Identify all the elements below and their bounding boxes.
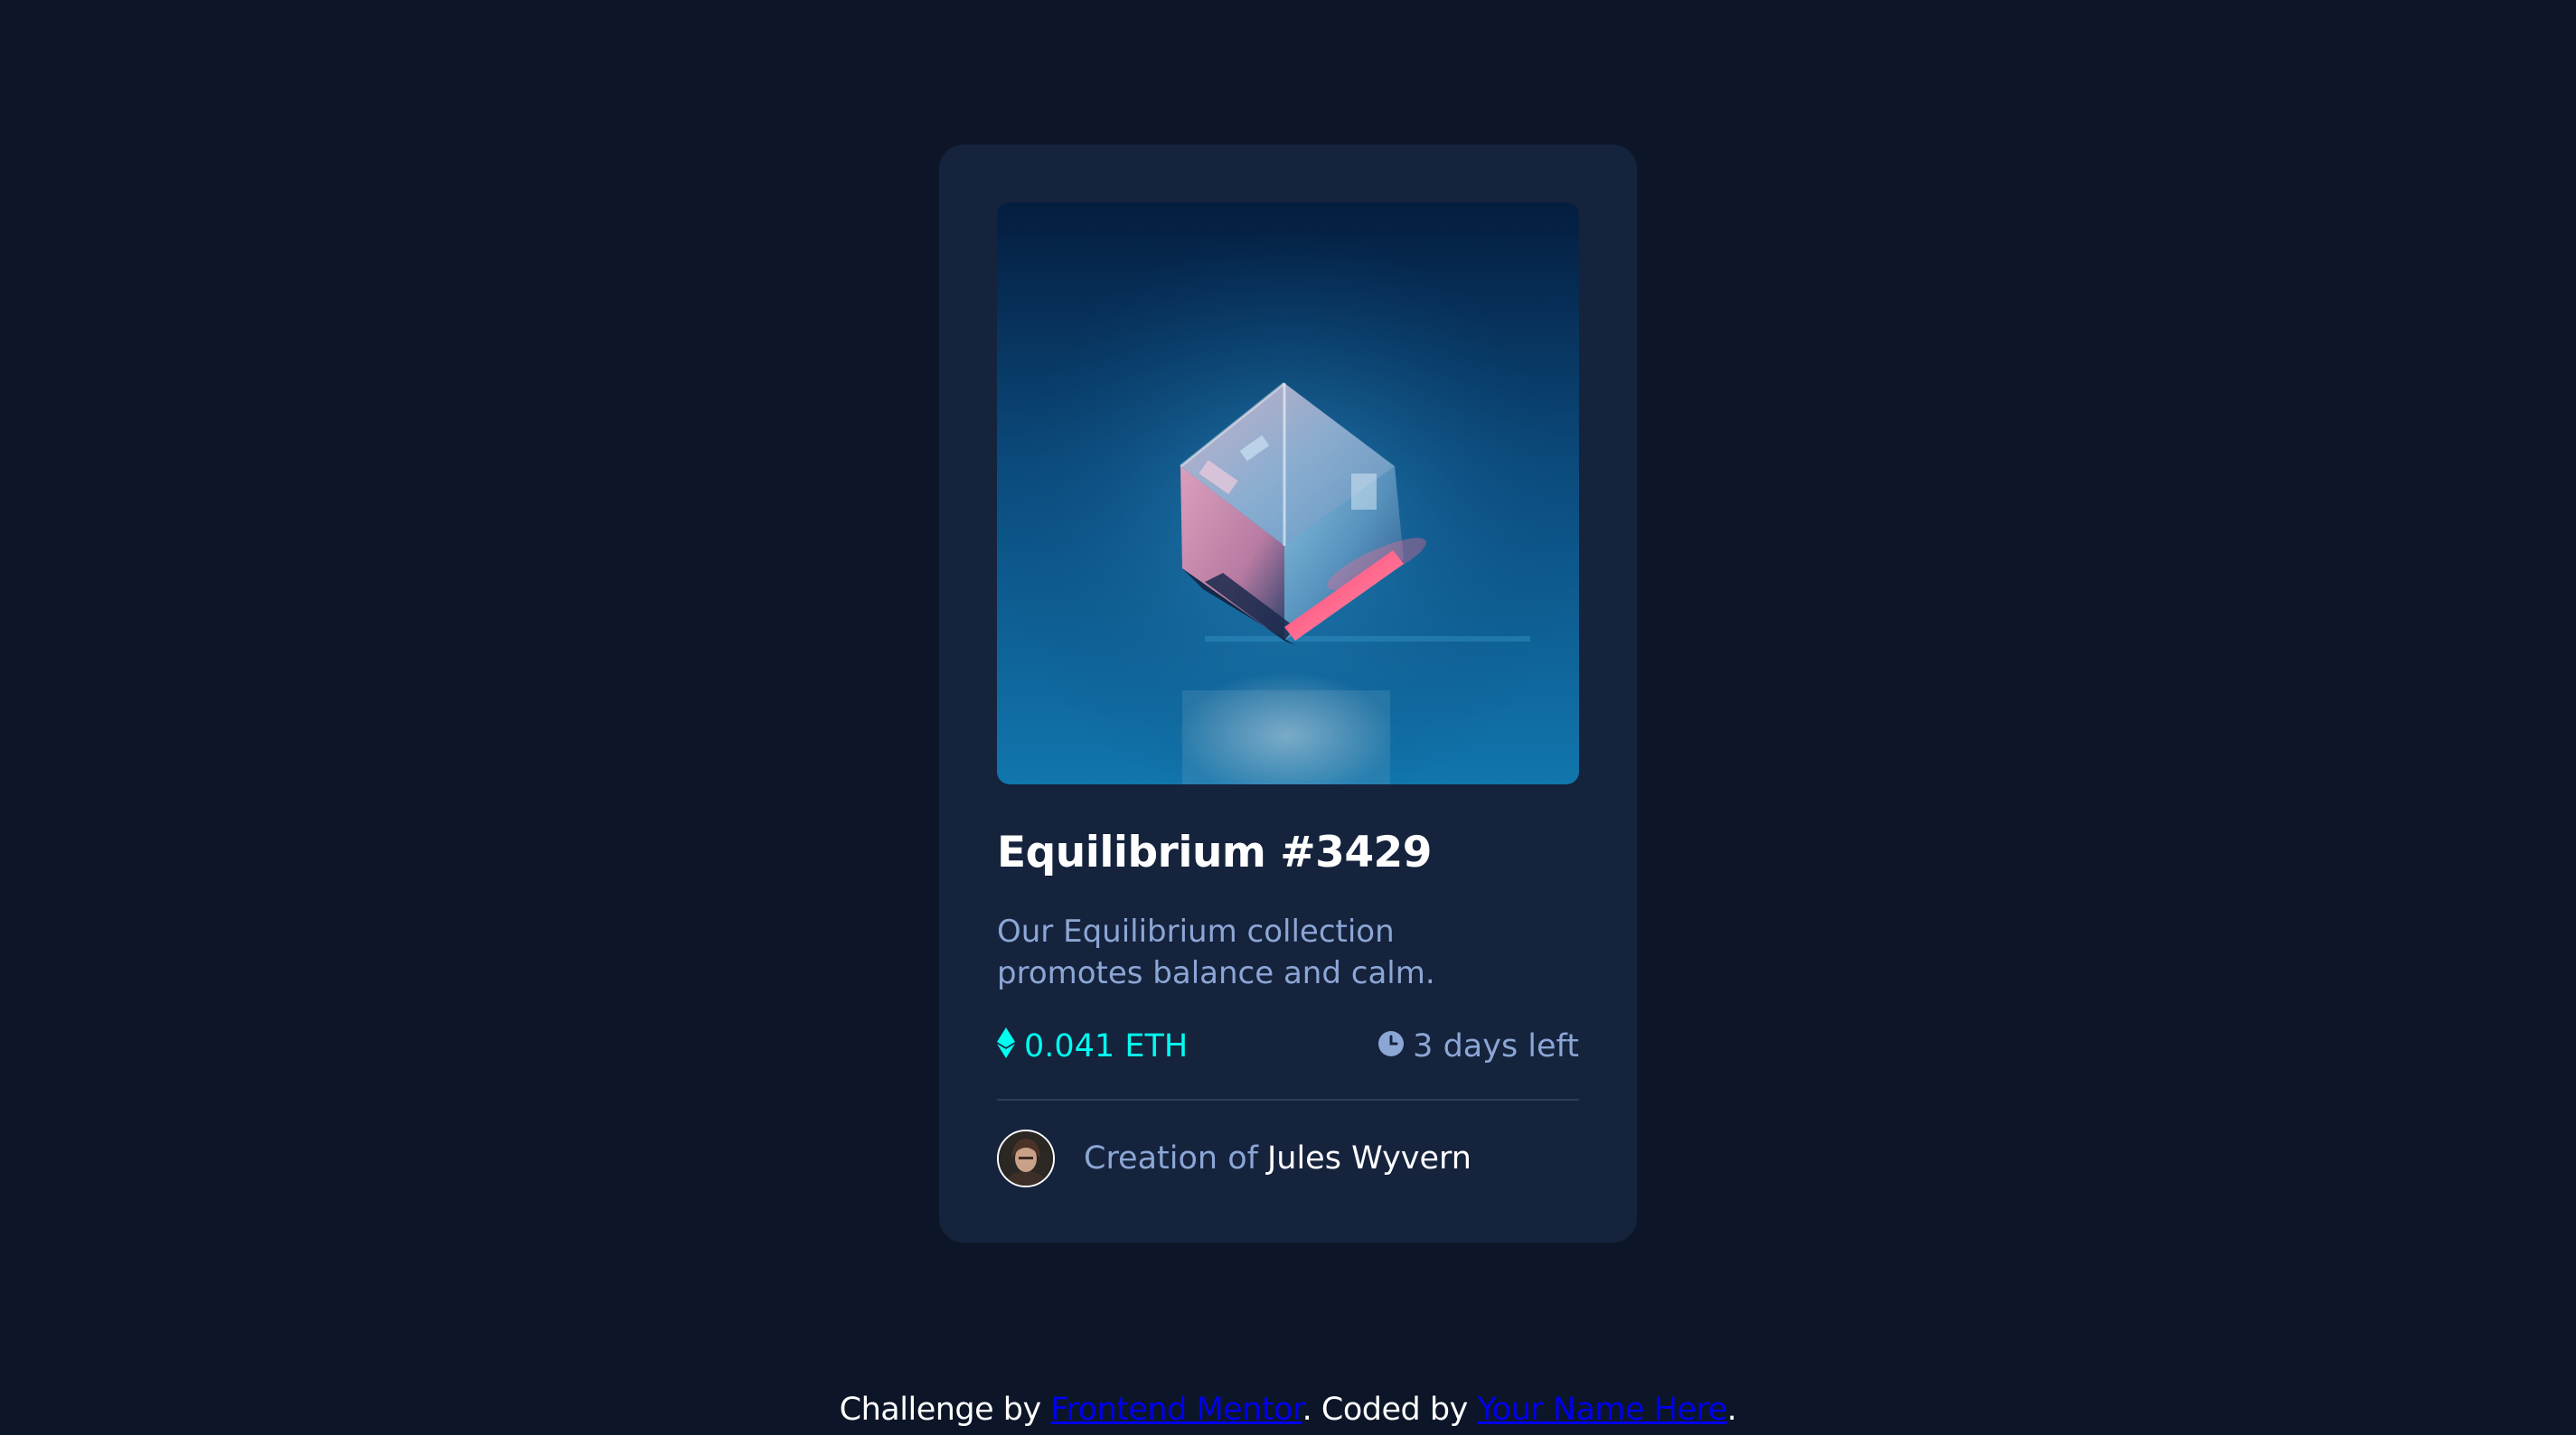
frontend-mentor-link[interactable]: Frontend Mentor — [1050, 1392, 1302, 1428]
nft-image[interactable] — [997, 202, 1579, 784]
time-left-stat: 3 days left — [1378, 1028, 1579, 1065]
equilibrium-cube-image — [997, 202, 1579, 784]
nft-card: Equilibrium #3429 Our Equilibrium collec… — [939, 145, 1637, 1243]
price-stat: 0.041 ETH — [997, 1027, 1188, 1066]
card-divider — [997, 1099, 1579, 1102]
price-value: 0.041 ETH — [1024, 1028, 1189, 1065]
time-left-value: 3 days left — [1413, 1028, 1579, 1065]
author-link[interactable]: Your Name Here — [1477, 1392, 1727, 1428]
nft-title[interactable]: Equilibrium #3429 — [997, 828, 1579, 878]
attribution-suffix: . — [1726, 1392, 1737, 1428]
nft-stats: 0.041 ETH 3 days left — [997, 1021, 1579, 1072]
creator-row: Creation of Jules Wyvern — [997, 1130, 1579, 1188]
attribution: Challenge by Frontend Mentor. Coded by Y… — [0, 1384, 2576, 1435]
creator-name-link[interactable]: Jules Wyvern — [1267, 1140, 1471, 1177]
attribution-prefix: Challenge by — [839, 1392, 1042, 1428]
nft-description: Our Equilibrium collection promotes bala… — [997, 914, 1435, 992]
clock-icon — [1378, 1028, 1413, 1065]
ethereum-icon — [997, 1027, 1024, 1066]
creator-prefix: Creation of — [1084, 1140, 1258, 1177]
attribution-middle: . Coded by — [1302, 1392, 1469, 1428]
avatar — [997, 1130, 1055, 1188]
